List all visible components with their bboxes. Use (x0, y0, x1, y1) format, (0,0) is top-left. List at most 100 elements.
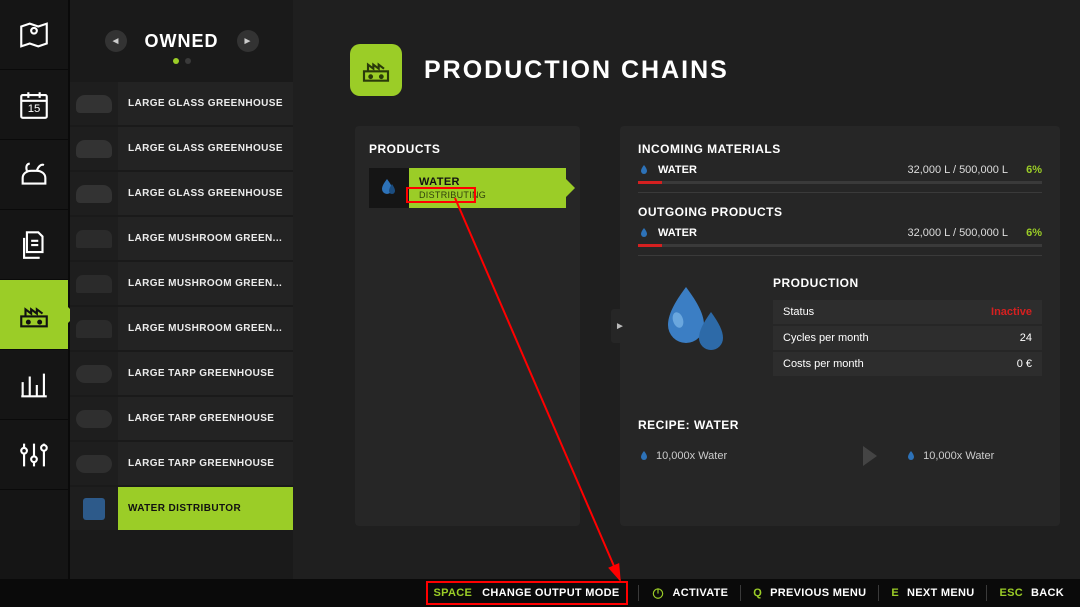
production-row-label: Status (783, 306, 814, 318)
products-title: PRODUCTS (369, 142, 566, 156)
outgoing-progress (638, 244, 1042, 247)
owned-thumb (70, 487, 118, 530)
water-drop-icon (905, 450, 917, 462)
rail-animals[interactable] (0, 140, 68, 210)
product-name: WATER (419, 176, 556, 188)
owned-item-label: LARGE GLASS GREENHOUSE (118, 98, 283, 109)
footer-prev-menu[interactable]: Q PREVIOUS MENU (751, 587, 868, 599)
product-icon (369, 168, 409, 208)
production-row-value: 0 € (1017, 358, 1032, 370)
owned-item[interactable]: WATER DISTRIBUTOR (70, 487, 293, 532)
production-row: Costs per month0 € (773, 352, 1042, 376)
footer-activate[interactable]: ACTIVATE (649, 586, 731, 600)
water-drop-icon (638, 164, 650, 176)
owned-item[interactable]: LARGE GLASS GREENHOUSE (70, 172, 293, 217)
owned-thumb (70, 82, 118, 125)
recipe-input: 10,000x Water (638, 450, 727, 462)
production-row: StatusInactive (773, 300, 1042, 324)
incoming-row: WATER 32,000 L / 500,000 L 6% (638, 164, 1042, 193)
page-icon (350, 44, 402, 96)
main-panel: PRODUCTION CHAINS PRODUCTS WATER DISTRIB… (293, 0, 1080, 607)
key-esc: ESC (999, 587, 1023, 599)
owned-prev[interactable]: ◄ (105, 30, 127, 52)
owned-thumb (70, 172, 118, 215)
statistics-icon (17, 368, 51, 402)
production-row-value: 24 (1020, 332, 1032, 344)
recipe-title: RECIPE: WATER (638, 418, 1042, 432)
production-row-label: Cycles per month (783, 332, 869, 344)
outgoing-pct: 6% (1016, 227, 1042, 239)
details-panel: ► INCOMING MATERIALS WATER 32,000 L / 50… (620, 126, 1060, 526)
key-e: E (891, 587, 899, 599)
product-card[interactable]: WATER DISTRIBUTING (369, 168, 566, 208)
owned-next[interactable]: ► (237, 30, 259, 52)
recipe-arrow-icon (863, 446, 877, 466)
owned-thumb (70, 442, 118, 485)
owned-item-label: LARGE TARP GREENHOUSE (118, 458, 274, 469)
rail-map[interactable] (0, 0, 68, 70)
owned-item[interactable]: LARGE MUSHROOM GREEN... (70, 262, 293, 307)
owned-column: ◄ OWNED ► LARGE GLASS GREENHOUSELARGE GL… (70, 0, 293, 607)
label-back: BACK (1031, 587, 1064, 599)
outgoing-name: WATER (658, 227, 697, 239)
owned-list: LARGE GLASS GREENHOUSELARGE GLASS GREENH… (70, 82, 293, 532)
owned-item[interactable]: LARGE TARP GREENHOUSE (70, 397, 293, 442)
rail-calendar[interactable]: 15 (0, 70, 68, 140)
rail-documents[interactable] (0, 210, 68, 280)
water-large-icon (656, 282, 736, 372)
footer-next-menu[interactable]: E NEXT MENU (889, 587, 976, 599)
page-title: PRODUCTION CHAINS (424, 56, 729, 85)
outgoing-amount: 32,000 L / 500,000 L (907, 227, 1008, 239)
owned-item-label: LARGE TARP GREENHOUSE (118, 413, 274, 424)
owned-item[interactable]: LARGE TARP GREENHOUSE (70, 442, 293, 487)
svg-text:15: 15 (28, 103, 41, 115)
key-space: SPACE (434, 587, 473, 599)
recipe-input-text: 10,000x Water (656, 450, 727, 462)
label-change-output: CHANGE OUTPUT MODE (482, 587, 619, 599)
incoming-amount: 32,000 L / 500,000 L (907, 164, 1008, 176)
owned-item[interactable]: LARGE MUSHROOM GREEN... (70, 217, 293, 262)
owned-item[interactable]: LARGE TARP GREENHOUSE (70, 352, 293, 397)
owned-item-label: WATER DISTRIBUTOR (118, 503, 241, 514)
owned-item-label: LARGE MUSHROOM GREEN... (118, 278, 282, 289)
owned-item-label: LARGE MUSHROOM GREEN... (118, 233, 282, 244)
incoming-pct: 6% (1016, 164, 1042, 176)
owned-item[interactable]: LARGE GLASS GREENHOUSE (70, 127, 293, 172)
outgoing-row: WATER 32,000 L / 500,000 L 6% (638, 227, 1042, 256)
label-next-menu: NEXT MENU (907, 587, 974, 599)
owned-title: OWNED (145, 31, 219, 52)
owned-item-label: LARGE TARP GREENHOUSE (118, 368, 274, 379)
settings-icon (17, 438, 51, 472)
calendar-icon: 15 (17, 88, 51, 122)
footer-change-output-mode[interactable]: SPACE CHANGE OUTPUT MODE (426, 581, 628, 605)
product-preview-icon (638, 276, 753, 378)
footer-bar: SPACE CHANGE OUTPUT MODE ACTIVATE Q PREV… (0, 579, 1080, 607)
water-icon (377, 176, 401, 200)
owned-item[interactable]: LARGE MUSHROOM GREEN... (70, 307, 293, 352)
owned-thumb (70, 307, 118, 350)
incoming-progress (638, 181, 1042, 184)
rail-statistics[interactable] (0, 350, 68, 420)
rail-production[interactable] (0, 280, 68, 350)
map-icon (17, 18, 51, 52)
owned-item-label: LARGE MUSHROOM GREEN... (118, 323, 282, 334)
left-nav-rail: 15 (0, 0, 70, 607)
water-drop-icon (638, 227, 650, 239)
owned-thumb (70, 217, 118, 260)
products-panel: PRODUCTS WATER DISTRIBUTING (355, 126, 580, 526)
water-drop-icon (638, 450, 650, 462)
label-prev-menu: PREVIOUS MENU (770, 587, 866, 599)
documents-icon (17, 228, 51, 262)
owned-thumb (70, 127, 118, 170)
owned-page-dots (70, 58, 293, 64)
outgoing-title: OUTGOING PRODUCTS (638, 205, 1042, 219)
expand-toggle[interactable]: ► (611, 309, 629, 343)
owned-thumb (70, 397, 118, 440)
animals-icon (17, 158, 51, 192)
footer-back[interactable]: ESC BACK (997, 587, 1066, 599)
production-title: PRODUCTION (773, 276, 1042, 290)
rail-settings[interactable] (0, 420, 68, 490)
production-icon (17, 298, 51, 332)
owned-item[interactable]: LARGE GLASS GREENHOUSE (70, 82, 293, 127)
key-q: Q (753, 587, 762, 599)
